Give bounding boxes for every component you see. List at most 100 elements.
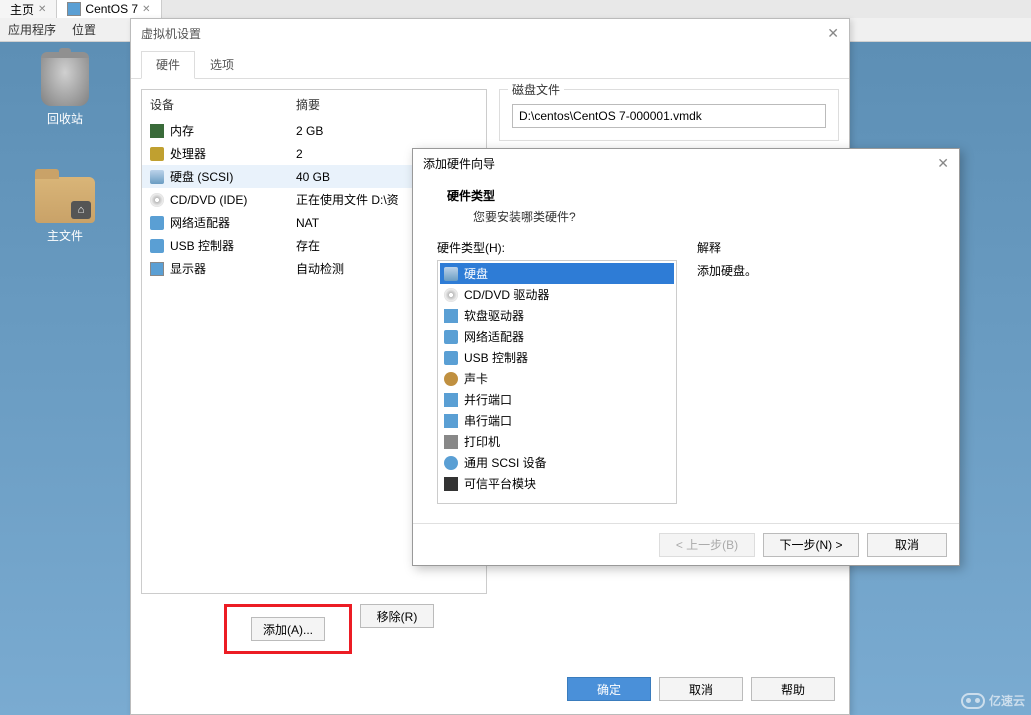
hardware-type-row[interactable]: 软盘驱动器 [440, 305, 674, 326]
wizard-title: 添加硬件向导 [423, 155, 495, 172]
hardware-type-row[interactable]: 可信平台模块 [440, 473, 674, 494]
close-icon[interactable]: ✕ [142, 4, 150, 15]
hwtype-name: 网络适配器 [464, 328, 524, 345]
col-device: 设备 [150, 96, 296, 113]
highlight-box: 添加(A)... [224, 604, 352, 654]
hardware-type-row[interactable]: 通用 SCSI 设备 [440, 452, 674, 473]
hardware-type-label: 硬件类型(H): [437, 239, 677, 256]
add-hardware-wizard: 添加硬件向导 ✕ 硬件类型 您要安装哪类硬件? 硬件类型(H): 硬盘 CD/DV… [412, 148, 960, 566]
device-name: 处理器 [170, 145, 206, 162]
device-name: 显示器 [170, 260, 206, 277]
hardware-type-row[interactable]: 并行端口 [440, 389, 674, 410]
remove-button[interactable]: 移除(R) [360, 604, 434, 628]
hwtype-name: 并行端口 [464, 391, 512, 408]
folder-icon: ⌂ [35, 177, 95, 223]
watermark-logo-icon [961, 693, 985, 709]
dialog-footer: 确定 取消 帮助 [131, 674, 849, 714]
device-icon [150, 193, 164, 207]
device-icon [150, 124, 164, 138]
wizard-heading: 硬件类型 [447, 187, 935, 204]
hardware-list-header: 设备 摘要 [142, 90, 486, 119]
home-folder-label: 主文件 [25, 227, 105, 244]
tab-home-label: 主页 [10, 1, 34, 18]
watermark-text: 亿速云 [989, 692, 1025, 709]
desktop: 回收站 ⌂ 主文件 [0, 42, 130, 702]
next-button[interactable]: 下一步(N) > [763, 533, 859, 557]
wizard-subheading: 您要安装哪类硬件? [473, 208, 935, 225]
disk-file-path-input[interactable] [512, 104, 826, 128]
hardware-row[interactable]: 内存 2 GB [142, 119, 486, 142]
back-button: < 上一步(B) [659, 533, 755, 557]
wizard-titlebar[interactable]: 添加硬件向导 ✕ [413, 149, 959, 177]
hwtype-icon [444, 267, 458, 281]
add-button[interactable]: 添加(A)... [251, 617, 325, 641]
watermark: 亿速云 [961, 692, 1025, 709]
device-name: 内存 [170, 122, 194, 139]
dialog-title: 虚拟机设置 [141, 25, 201, 42]
hardware-type-row[interactable]: USB 控制器 [440, 347, 674, 368]
device-icon [150, 239, 164, 253]
device-icon [150, 147, 164, 161]
device-icon [150, 262, 164, 276]
hwtype-name: 通用 SCSI 设备 [464, 454, 547, 471]
close-icon[interactable]: ✕ [937, 155, 949, 172]
hwtype-icon [444, 330, 458, 344]
hwtype-name: CD/DVD 驱动器 [464, 286, 549, 303]
hwtype-name: 串行端口 [464, 412, 512, 429]
ok-button[interactable]: 确定 [567, 677, 651, 701]
hwtype-icon [444, 456, 458, 470]
hwtype-icon [444, 477, 458, 491]
close-icon[interactable]: ✕ [827, 25, 839, 42]
tab-hardware[interactable]: 硬件 [141, 51, 195, 79]
device-name: CD/DVD (IDE) [170, 193, 247, 207]
cancel-button[interactable]: 取消 [867, 533, 947, 557]
home-folder-desktop-icon[interactable]: ⌂ 主文件 [25, 177, 105, 244]
hardware-type-row[interactable]: 串行端口 [440, 410, 674, 431]
disk-file-group-title: 磁盘文件 [508, 81, 564, 98]
hardware-type-row[interactable]: 声卡 [440, 368, 674, 389]
trash-label: 回收站 [25, 110, 105, 127]
trash-icon [41, 52, 89, 106]
device-name: 硬盘 (SCSI) [170, 168, 233, 185]
wizard-footer: < 上一步(B) 下一步(N) > 取消 [413, 523, 959, 565]
vm-icon [67, 2, 81, 16]
dialog-titlebar[interactable]: 虚拟机设置 ✕ [131, 19, 849, 47]
hwtype-name: 打印机 [464, 433, 500, 450]
device-icon [150, 216, 164, 230]
hardware-buttons: 添加(A)... 移除(R) [141, 594, 487, 664]
cancel-button[interactable]: 取消 [659, 677, 743, 701]
help-button[interactable]: 帮助 [751, 677, 835, 701]
menu-applications[interactable]: 应用程序 [8, 21, 56, 38]
editor-tabs: 主页 ✕ CentOS 7 ✕ [0, 0, 1031, 18]
hardware-type-row[interactable]: 网络适配器 [440, 326, 674, 347]
hwtype-icon [444, 351, 458, 365]
col-summary: 摘要 [296, 96, 320, 113]
close-icon[interactable]: ✕ [38, 4, 46, 15]
hwtype-icon [444, 435, 458, 449]
hardware-type-row[interactable]: 打印机 [440, 431, 674, 452]
hwtype-name: 可信平台模块 [464, 475, 536, 492]
device-name: USB 控制器 [170, 237, 234, 254]
settings-tabs: 硬件 选项 [131, 47, 849, 79]
hwtype-name: 硬盘 [464, 265, 488, 282]
tab-centos[interactable]: CentOS 7 ✕ [57, 0, 161, 18]
hardware-type-row[interactable]: 硬盘 [440, 263, 674, 284]
trash-desktop-icon[interactable]: 回收站 [25, 52, 105, 127]
hardware-type-list[interactable]: 硬盘 CD/DVD 驱动器软盘驱动器网络适配器 USB 控制器声卡并行端口串行端口打… [437, 260, 677, 504]
device-summary: 2 GB [296, 124, 478, 138]
hardware-type-row[interactable]: CD/DVD 驱动器 [440, 284, 674, 305]
hwtype-icon [444, 288, 458, 302]
device-icon [150, 170, 164, 184]
hwtype-icon [444, 309, 458, 323]
hwtype-name: USB 控制器 [464, 349, 528, 366]
hwtype-icon [444, 372, 458, 386]
disk-file-group: 磁盘文件 [499, 89, 839, 141]
tab-options[interactable]: 选项 [195, 51, 249, 78]
hwtype-icon [444, 393, 458, 407]
tab-centos-label: CentOS 7 [85, 2, 138, 16]
hwtype-icon [444, 414, 458, 428]
device-name: 网络适配器 [170, 214, 230, 231]
description-label: 解释 [697, 239, 935, 256]
tab-home[interactable]: 主页 ✕ [0, 0, 57, 18]
menu-location[interactable]: 位置 [72, 21, 96, 38]
